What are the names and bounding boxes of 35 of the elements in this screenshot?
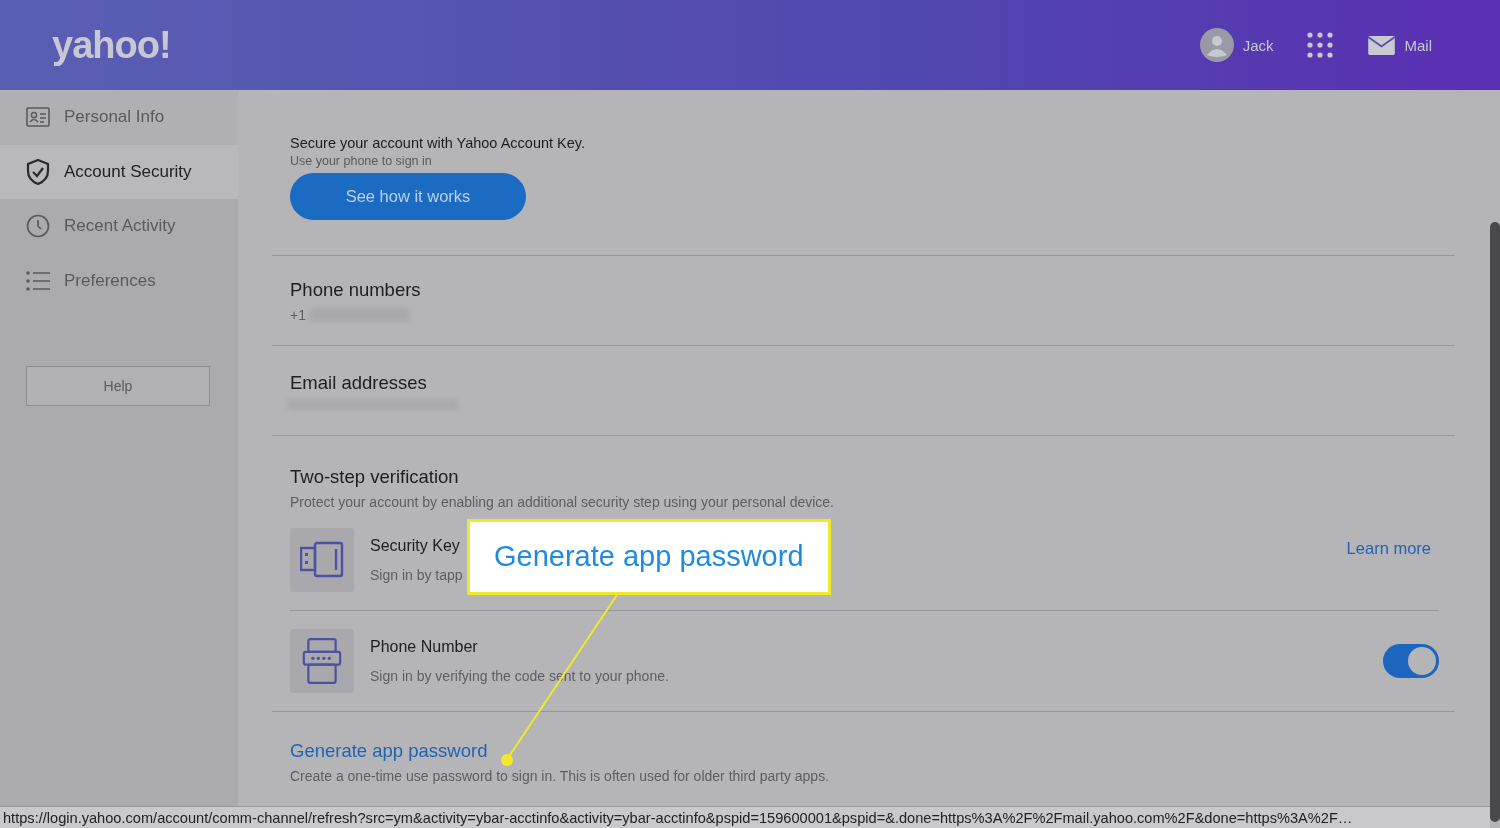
section-title: Phone numbers: [290, 278, 422, 301]
user-name[interactable]: Jack: [1242, 36, 1274, 54]
keypad-device-icon: [302, 637, 342, 685]
toggle-switch[interactable]: [1383, 644, 1439, 678]
callout-text: Generate app password: [494, 540, 804, 572]
sidebar-item[interactable]: Recent Activity: [0, 199, 238, 254]
shield-check-icon: [26, 158, 50, 185]
status-bar-url: https://login.yahoo.com/account/comm-channel/refresh?src=ym&activity=ybar-acctinfo&activity=ybar-acctinfo&pspid=159600001&pspid=&.done=https%3A%2F%2Fmail.yahoo.com%2F&done=https%3A%2F…: [0, 806, 1490, 828]
scrollbar[interactable]: [1490, 222, 1500, 822]
phone-number-value: +1: [290, 306, 306, 323]
method-title: Phone Number: [370, 638, 479, 656]
avatar-icon[interactable]: [1199, 28, 1234, 62]
sidebar-item[interactable]: Personal Info: [0, 90, 238, 145]
sidebar-item[interactable]: Preferences: [0, 253, 238, 308]
sidebar-item[interactable]: Account Security: [0, 144, 238, 199]
method-title: Security Key: [370, 537, 461, 555]
section-title: Two-step verification: [290, 466, 460, 488]
method-subtitle: Sign in by tapp: [370, 567, 464, 583]
section-title: Email addresses: [290, 371, 428, 394]
app-password-description: Create a one-time use password to sign in. This is often used for older third party apps.: [290, 768, 831, 784]
mail-link[interactable]: Mail: [1404, 36, 1432, 54]
see-how-it-works-button[interactable]: See how it works: [290, 173, 526, 220]
apps-grid-icon[interactable]: [1307, 32, 1334, 58]
help-button[interactable]: Help: [26, 366, 210, 406]
generate-app-password-link[interactable]: Generate app password: [290, 740, 488, 762]
security-key-icon: [300, 540, 344, 580]
section-description: Protect your account by enabling an additional security step using your personal device.: [290, 494, 835, 510]
logo[interactable]: yahoo!: [52, 23, 171, 67]
list-icon: [26, 270, 50, 291]
clock-icon: [26, 214, 50, 239]
id-card-icon: [26, 107, 50, 128]
account-key-title: Secure your account with Yahoo Account Key.: [290, 135, 586, 151]
mail-icon[interactable]: [1368, 35, 1396, 55]
account-key-subtitle: Use your phone to sign in: [290, 154, 433, 168]
learn-more-link[interactable]: Learn more: [1346, 538, 1431, 558]
